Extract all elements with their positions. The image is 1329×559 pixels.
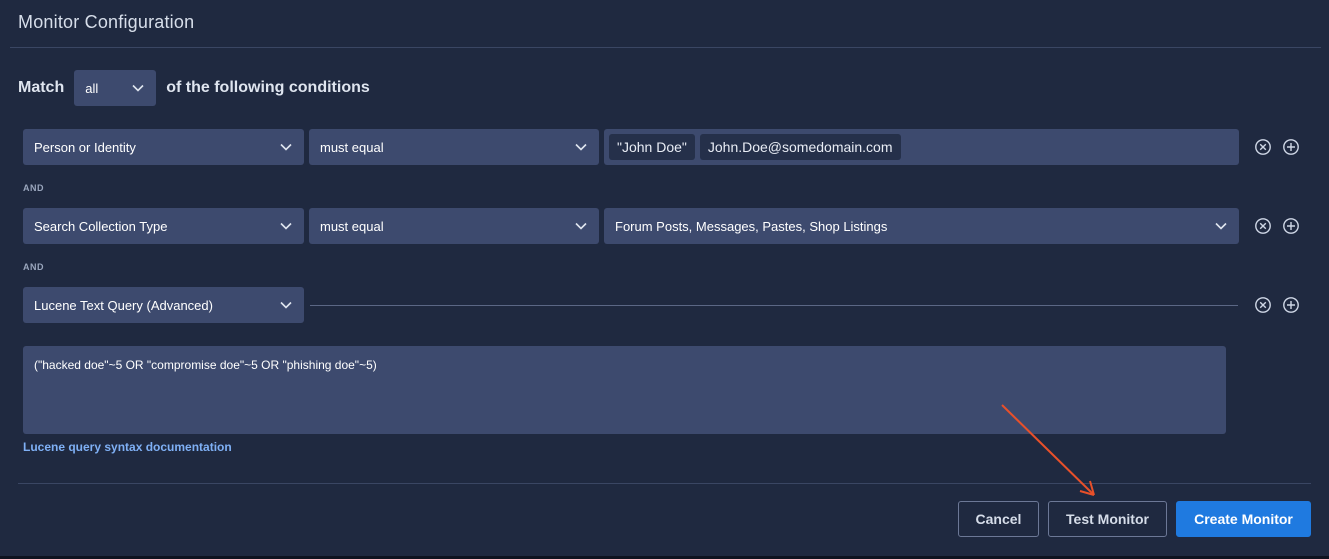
match-label: Match [18,79,65,96]
chevron-down-icon [132,84,144,92]
match-mode-value: all [85,80,99,96]
cancel-button[interactable]: Cancel [958,501,1039,537]
condition-2-operator-value: must equal [320,218,384,234]
create-monitor-button[interactable]: Create Monitor [1176,501,1311,537]
match-mode-select[interactable]: all [74,70,157,106]
condition-1-field-select[interactable]: Person or Identity [23,129,304,165]
condition-2-value-select[interactable]: Forum Posts, Messages, Pastes, Shop List… [604,208,1239,244]
lucene-query-textarea[interactable] [23,346,1226,434]
lucene-docs-link[interactable]: Lucene query syntax documentation [23,440,232,454]
value-tag[interactable]: "John Doe" [609,134,695,160]
condition-3-divider-line [310,305,1238,306]
condition-1-operator-value: must equal [320,139,384,155]
circle-x-icon[interactable] [1254,138,1272,156]
condition-2-field-value: Search Collection Type [34,218,168,234]
and-joiner-label: AND [23,262,44,272]
circle-plus-icon[interactable] [1282,296,1300,314]
footer-divider [18,483,1311,484]
condition-1-field-value: Person or Identity [34,139,136,155]
condition-2-value: Forum Posts, Messages, Pastes, Shop List… [615,218,888,234]
condition-2-operator-select[interactable]: must equal [309,208,599,244]
condition-3-field-select[interactable]: Lucene Text Query (Advanced) [23,287,304,323]
chevron-down-icon [575,222,587,230]
chevron-down-icon [1215,222,1227,230]
and-joiner-label: AND [23,183,44,193]
condition-1-value-tags-input[interactable]: "John Doe" John.Doe@somedomain.com [604,129,1239,165]
circle-plus-icon[interactable] [1282,138,1300,156]
condition-3-actions [1254,296,1300,314]
match-row: Match all of the following conditions [18,70,370,106]
chevron-down-icon [280,301,292,309]
condition-2-actions [1254,217,1300,235]
circle-x-icon[interactable] [1254,296,1272,314]
match-suffix: of the following conditions [166,79,370,96]
monitor-configuration-panel: Monitor Configuration Match all of the f… [0,0,1329,559]
condition-1-actions [1254,138,1300,156]
page-title: Monitor Configuration [18,12,195,32]
condition-1-operator-select[interactable]: must equal [309,129,599,165]
chevron-down-icon [575,143,587,151]
value-tag[interactable]: John.Doe@somedomain.com [699,134,901,160]
chevron-down-icon [280,143,292,151]
test-monitor-button[interactable]: Test Monitor [1048,501,1167,537]
condition-3-field-value: Lucene Text Query (Advanced) [34,297,213,313]
chevron-down-icon [280,222,292,230]
circle-plus-icon[interactable] [1282,217,1300,235]
header-divider [10,47,1321,48]
condition-2-field-select[interactable]: Search Collection Type [23,208,304,244]
circle-x-icon[interactable] [1254,217,1272,235]
